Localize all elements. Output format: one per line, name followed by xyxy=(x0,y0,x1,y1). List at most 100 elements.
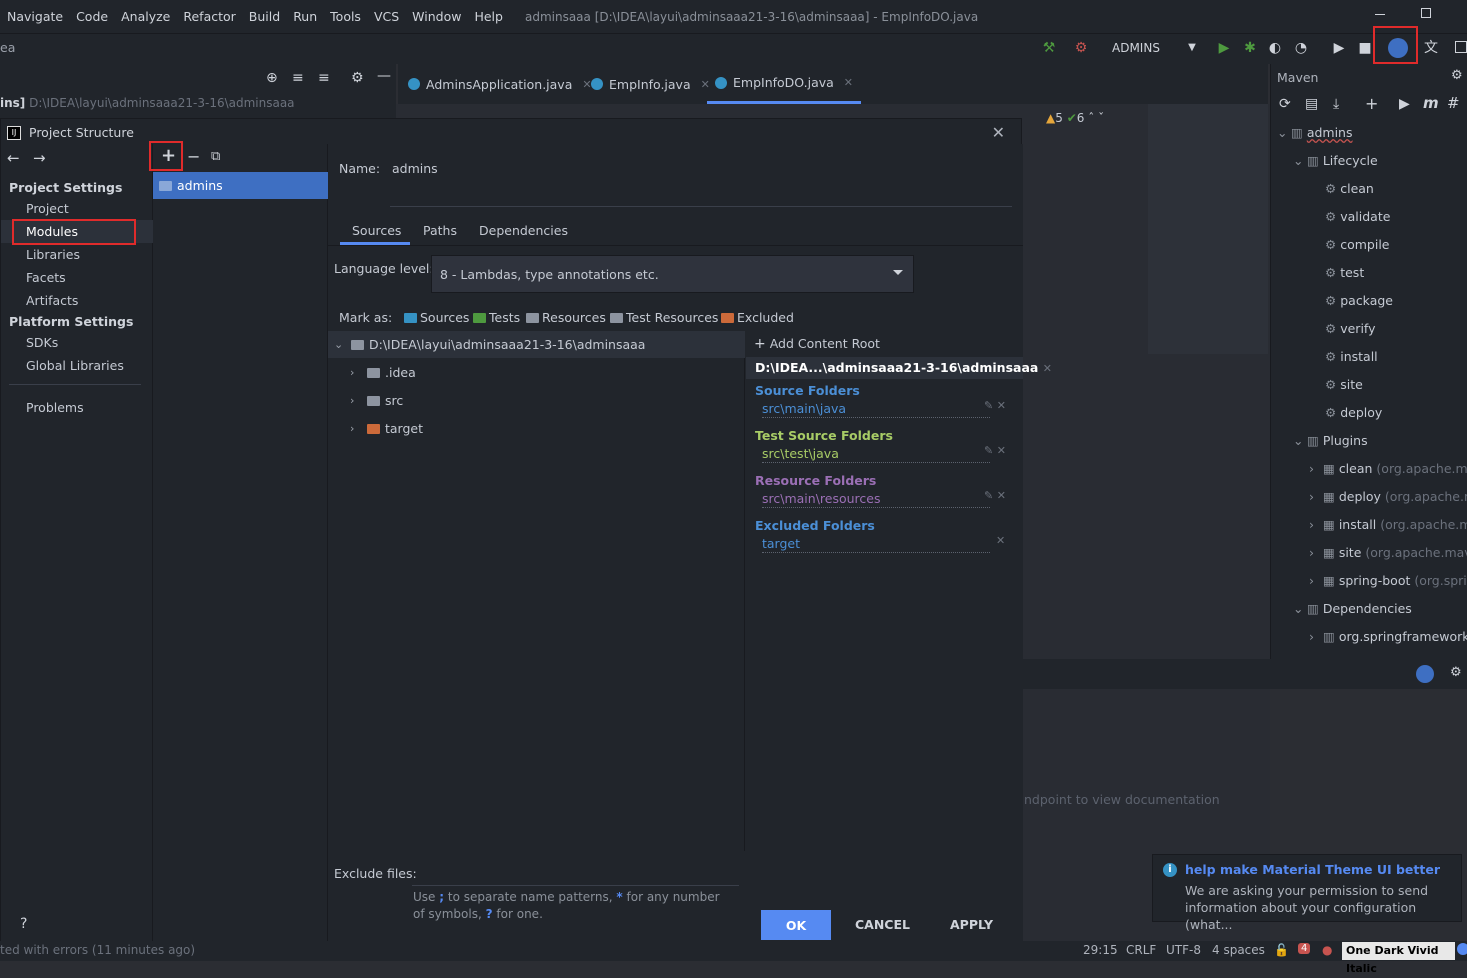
tree-root[interactable]: ⌄ D:\IDEA\layui\adminsaaa21-3-16\adminsaa… xyxy=(334,337,645,352)
expand-all-icon[interactable]: ≡ xyxy=(292,70,304,86)
sidebar-item-sdks[interactable]: SDKs xyxy=(26,335,58,350)
breadcrumb[interactable]: ea xyxy=(0,40,15,55)
play-icon[interactable]: ▶ xyxy=(1330,40,1348,56)
maven-goal[interactable]: ⚙ package xyxy=(1325,291,1393,311)
line-separator[interactable]: CRLF xyxy=(1126,943,1156,957)
sidebar-item-project[interactable]: Project xyxy=(26,201,69,216)
caret-position[interactable]: 29:15 xyxy=(1083,943,1118,957)
gear-icon[interactable]: ⚙ xyxy=(1450,665,1462,680)
forward-arrow-icon[interactable]: → xyxy=(33,149,46,167)
tab-paths[interactable]: Paths xyxy=(423,223,457,238)
chevron-right-icon[interactable]: › xyxy=(1309,571,1323,591)
menu-run[interactable]: Run xyxy=(293,9,317,24)
remove-icon[interactable]: ✕ xyxy=(996,534,1005,547)
mark-test-resources-button[interactable]: Test Resources xyxy=(610,310,718,325)
close-icon[interactable]: ✕ xyxy=(1043,362,1052,375)
file-encoding[interactable]: UTF-8 xyxy=(1166,943,1201,957)
maven-plugin[interactable]: › ▦ deploy (org.apache.n xyxy=(1309,487,1467,507)
maven-project[interactable]: ⌄ ▥ admins xyxy=(1277,123,1353,143)
maven-goal[interactable]: ⚙ validate xyxy=(1325,207,1390,227)
minimap[interactable] xyxy=(1148,104,1268,354)
gear-icon[interactable]: ⚙ xyxy=(1451,68,1463,83)
chevron-down-icon[interactable]: ⌄ xyxy=(1277,123,1291,143)
chevron-right-icon[interactable]: › xyxy=(1309,459,1323,479)
documentation-icon[interactable] xyxy=(1416,665,1434,683)
tree-item[interactable]: › .idea xyxy=(350,365,416,380)
tree-item[interactable]: › src xyxy=(350,393,403,408)
tab-empinfo[interactable]: EmpInfo.java ✕ xyxy=(591,64,710,104)
help-button[interactable]: ? xyxy=(20,916,27,932)
tab-empinfodo[interactable]: EmpInfoDO.java ✕ xyxy=(707,64,862,104)
tree-item[interactable]: › target xyxy=(350,421,423,436)
add-config-icon[interactable]: ⚙ xyxy=(1072,40,1090,56)
menu-build[interactable]: Build xyxy=(249,9,280,24)
chevron-down-icon[interactable]: ⌄ xyxy=(1293,599,1307,619)
maven-plugin[interactable]: ›▦install (org.apache.ma xyxy=(1309,515,1467,535)
theme-badge[interactable]: One Dark Vivid Italic xyxy=(1342,942,1455,975)
mark-tests-button[interactable]: Tests xyxy=(473,310,520,325)
maven-plugin[interactable]: › ▦ clean (org.apache.ma xyxy=(1309,459,1467,479)
run-config-select[interactable]: ADMINS xyxy=(1112,41,1160,55)
mark-resources-button[interactable]: Resources xyxy=(526,310,606,325)
maven-goal[interactable]: ⚙ site xyxy=(1325,375,1363,395)
menu-refactor[interactable]: Refactor xyxy=(183,9,235,24)
chevron-down-icon[interactable]: ▼ xyxy=(1183,40,1201,56)
toggle-offline-icon[interactable]: # xyxy=(1447,94,1460,112)
status-message[interactable]: ted with errors (11 minutes ago) xyxy=(0,943,195,957)
edit-remove-icons[interactable]: ✎ ✕ xyxy=(984,444,1006,457)
tab-admins-application[interactable]: AdminsApplication.java ✕ xyxy=(408,64,592,104)
profile-icon[interactable]: ◔ xyxy=(1292,40,1310,56)
tab-dependencies[interactable]: Dependencies xyxy=(479,223,568,238)
hide-icon[interactable]: — xyxy=(377,68,391,84)
download-icon[interactable]: ⤓ xyxy=(1333,96,1339,112)
maven-goal[interactable]: ⚙ compile xyxy=(1325,235,1390,255)
generate-sources-icon[interactable]: ▤ xyxy=(1305,96,1318,112)
tab-sources[interactable]: Sources xyxy=(352,223,401,238)
mark-sources-button[interactable]: Sources xyxy=(404,310,469,325)
sidebar-item-problems[interactable]: Problems xyxy=(26,400,84,415)
mark-excluded-button[interactable]: Excluded xyxy=(721,310,794,325)
chevron-right-icon[interactable]: › xyxy=(1309,627,1323,647)
sidebar-item-libraries[interactable]: Libraries xyxy=(26,247,80,262)
close-icon[interactable]: ✕ xyxy=(992,123,1005,142)
cancel-button[interactable]: CANCEL xyxy=(855,910,910,940)
edit-remove-icons[interactable]: ✎ ✕ xyxy=(984,489,1006,502)
sidebar-item-facets[interactable]: Facets xyxy=(26,270,66,285)
execute-goal-icon[interactable]: m xyxy=(1423,94,1439,112)
coverage-icon[interactable]: ◐ xyxy=(1266,40,1284,56)
menu-vcs[interactable]: VCS xyxy=(374,9,399,24)
language-level-select[interactable]: 8 - Lambdas, type annotations etc. xyxy=(431,255,914,293)
close-icon[interactable]: ✕ xyxy=(844,76,853,89)
error-count-badge[interactable]: 4 xyxy=(1298,943,1311,954)
chevron-right-icon[interactable]: › xyxy=(1309,487,1323,507)
build-hammer-icon[interactable]: ⚒ xyxy=(1040,40,1058,56)
content-root-header[interactable]: D:\IDEA...\adminsaaa21-3-16\adminsaaa ✕ xyxy=(746,357,1052,379)
chevron-right-icon[interactable]: › xyxy=(1309,543,1323,563)
memory-indicator-icon[interactable] xyxy=(1457,943,1467,955)
back-arrow-icon[interactable]: ← xyxy=(7,149,20,167)
inspection-widget[interactable]: ▲5 ✔6 ˆ ˇ xyxy=(1046,111,1104,125)
chevron-up-icon[interactable]: ˆ xyxy=(1088,111,1094,125)
collapse-all-icon[interactable]: ≡ xyxy=(318,70,330,86)
name-field[interactable]: admins xyxy=(392,161,438,176)
module-item-admins[interactable]: admins xyxy=(153,172,328,199)
notification-title[interactable]: help make Material Theme UI better xyxy=(1185,862,1440,877)
menu-help[interactable]: Help xyxy=(474,9,503,24)
chevron-down-icon[interactable]: ˇ xyxy=(1098,111,1104,125)
maven-plugin[interactable]: › ▦ spring-boot (org.spri xyxy=(1309,571,1467,591)
translate-icon[interactable]: 文 xyxy=(1422,40,1440,56)
maven-goal[interactable]: ⚙ deploy xyxy=(1325,403,1382,423)
menu-code[interactable]: Code xyxy=(76,9,108,24)
add-content-root-button[interactable]: + Add Content Root xyxy=(754,336,880,352)
chevron-right-icon[interactable]: › xyxy=(350,366,362,379)
exclude-files-field[interactable] xyxy=(412,885,739,886)
lock-icon[interactable]: 🔓 xyxy=(1274,943,1289,957)
chevron-right-icon[interactable]: › xyxy=(350,394,362,407)
menu-navigate[interactable]: Navigate xyxy=(7,9,63,24)
chevron-down-icon[interactable]: ⌄ xyxy=(334,338,346,351)
menu-analyze[interactable]: Analyze xyxy=(121,9,170,24)
chevron-right-icon[interactable]: › xyxy=(1309,515,1323,535)
maven-lifecycle[interactable]: ⌄ ▥ Lifecycle xyxy=(1293,151,1378,171)
maven-goal[interactable]: ⚙ install xyxy=(1325,347,1378,367)
copy-module-icon[interactable]: ⧉ xyxy=(211,149,220,164)
